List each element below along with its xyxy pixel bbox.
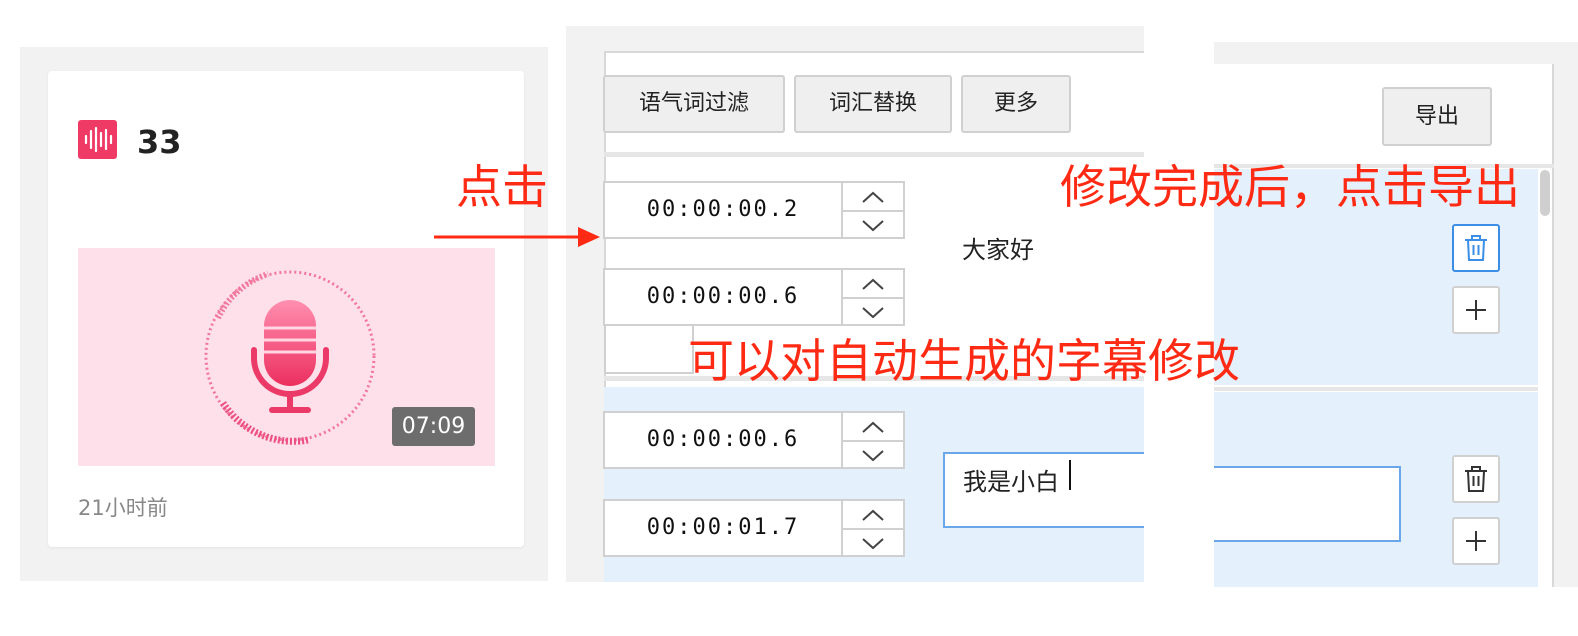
edit-annotation: 可以对自动生成的字幕修改: [688, 334, 1240, 388]
chevron-down-icon[interactable]: [843, 299, 903, 326]
subtitle-text-editor-continued[interactable]: [1214, 466, 1401, 542]
plus-icon: [1466, 531, 1486, 551]
arrow-right-icon: [434, 227, 600, 247]
export-annotation: 修改完成后，点击导出: [1060, 160, 1520, 214]
end-time-input[interactable]: 00:00:01.7: [603, 499, 843, 557]
chevron-up-icon[interactable]: [843, 501, 903, 530]
delete-button[interactable]: [1452, 224, 1500, 272]
chevron-up-icon[interactable]: [843, 413, 903, 442]
chevron-down-icon[interactable]: [843, 442, 903, 469]
add-button[interactable]: [1452, 517, 1500, 565]
click-annotation: 点击: [456, 160, 548, 214]
start-time-input[interactable]: 00:00:00.6: [603, 411, 843, 469]
chevron-down-icon[interactable]: [843, 530, 903, 557]
trash-icon: [1465, 466, 1487, 492]
trash-icon: [1465, 235, 1487, 261]
subtitle-text[interactable]: 大家好: [962, 230, 1034, 265]
export-button[interactable]: 导出: [1382, 87, 1492, 146]
end-time-input[interactable]: 00:00:00.6: [603, 268, 843, 326]
card-timestamp: 21小时前: [78, 496, 168, 520]
replace-button[interactable]: 词汇替换: [794, 75, 952, 133]
delete-button[interactable]: [1452, 455, 1500, 503]
scrollbar-thumb[interactable]: [1540, 170, 1550, 216]
subtitle-text-editor[interactable]: 我是小白: [943, 452, 1144, 528]
duration-badge: 07:09: [392, 407, 475, 446]
end-time-stepper[interactable]: [843, 499, 905, 557]
start-time-stepper[interactable]: [843, 411, 905, 469]
divider: [1214, 387, 1538, 391]
end-time-stepper[interactable]: [843, 268, 905, 326]
text-caret: [1069, 460, 1071, 490]
start-time-stepper[interactable]: [843, 181, 905, 239]
subtitle-text[interactable]: 我是小白: [963, 462, 1059, 497]
more-button[interactable]: 更多: [961, 75, 1071, 133]
field-edge: [604, 326, 694, 374]
chevron-up-icon[interactable]: [843, 183, 903, 212]
add-button[interactable]: [1452, 286, 1500, 334]
card-title: 33: [137, 123, 182, 161]
audio-wave-icon: [78, 120, 117, 159]
filter-button[interactable]: 语气词过滤: [603, 75, 785, 133]
start-time-input[interactable]: 00:00:00.2: [603, 181, 843, 239]
plus-icon: [1466, 300, 1486, 320]
chevron-down-icon[interactable]: [843, 212, 903, 239]
divider: [604, 152, 1144, 157]
chevron-up-icon[interactable]: [843, 270, 903, 299]
